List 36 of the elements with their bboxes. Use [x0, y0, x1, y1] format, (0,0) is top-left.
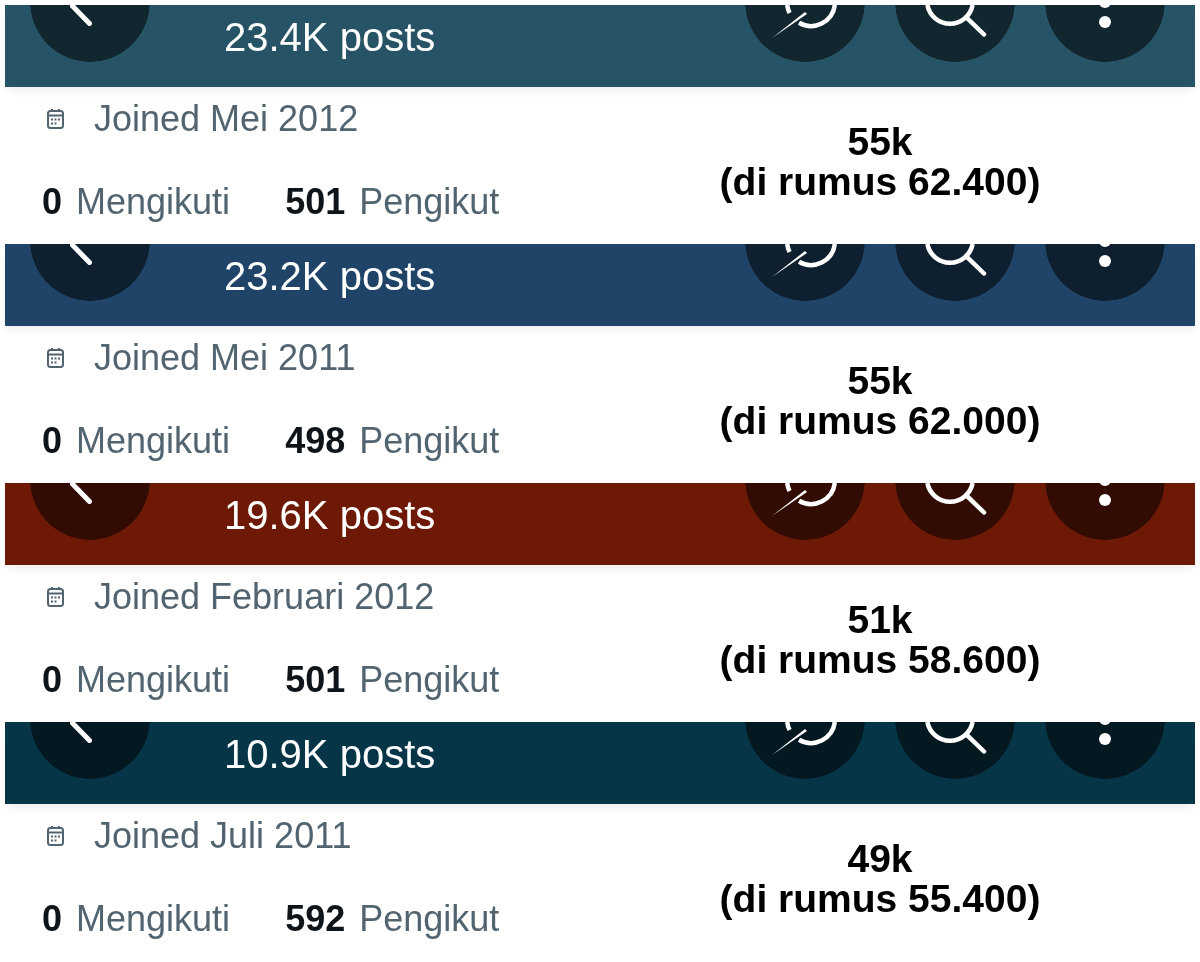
calendar-icon [47, 826, 64, 846]
followers-link[interactable]: 501 Pengikut [285, 182, 500, 222]
post-count: 23.2K posts [224, 256, 436, 296]
annotation-value: 51k [847, 599, 913, 640]
more-icon [1098, 5, 1112, 29]
following-link[interactable]: 0 Mengikuti [42, 899, 231, 939]
joined-date: Joined Juli 2011 [94, 816, 352, 856]
more-icon [1098, 244, 1112, 268]
annotation-value: 49k [847, 838, 913, 879]
joined-date: Joined Mei 2011 [94, 338, 356, 378]
followers-link[interactable]: 498 Pengikut [285, 421, 500, 461]
annotation-value: 55k [847, 360, 913, 401]
post-count: 19.6K posts [224, 495, 436, 535]
following-link[interactable]: 0 Mengikuti [42, 421, 231, 461]
joined-date: Joined Mei 2012 [94, 99, 359, 139]
search-icon [922, 5, 988, 37]
following-link[interactable]: 0 Mengikuti [42, 660, 231, 700]
annotation-value: 55k [847, 121, 913, 162]
post-count: 10.9K posts [224, 734, 436, 774]
more-icon [1098, 483, 1112, 507]
more-icon [1098, 722, 1112, 746]
search-icon [922, 483, 988, 515]
followers-link[interactable]: 592 Pengikut [285, 899, 500, 939]
annotation-formula: (di rumus 62.000) [719, 400, 1041, 441]
following-link[interactable]: 0 Mengikuti [42, 182, 231, 222]
joined-date: Joined Februari 2012 [94, 577, 435, 617]
followers-link[interactable]: 501 Pengikut [285, 660, 500, 700]
post-count: 23.4K posts [224, 17, 436, 57]
calendar-icon [47, 348, 64, 368]
calendar-icon [47, 587, 64, 607]
annotation-formula: (di rumus 62.400) [719, 161, 1041, 202]
calendar-icon [47, 109, 64, 129]
annotation-formula: (di rumus 55.400) [719, 878, 1041, 919]
search-icon [922, 722, 988, 754]
search-icon [922, 244, 988, 276]
annotation-formula: (di rumus 58.600) [719, 639, 1041, 680]
